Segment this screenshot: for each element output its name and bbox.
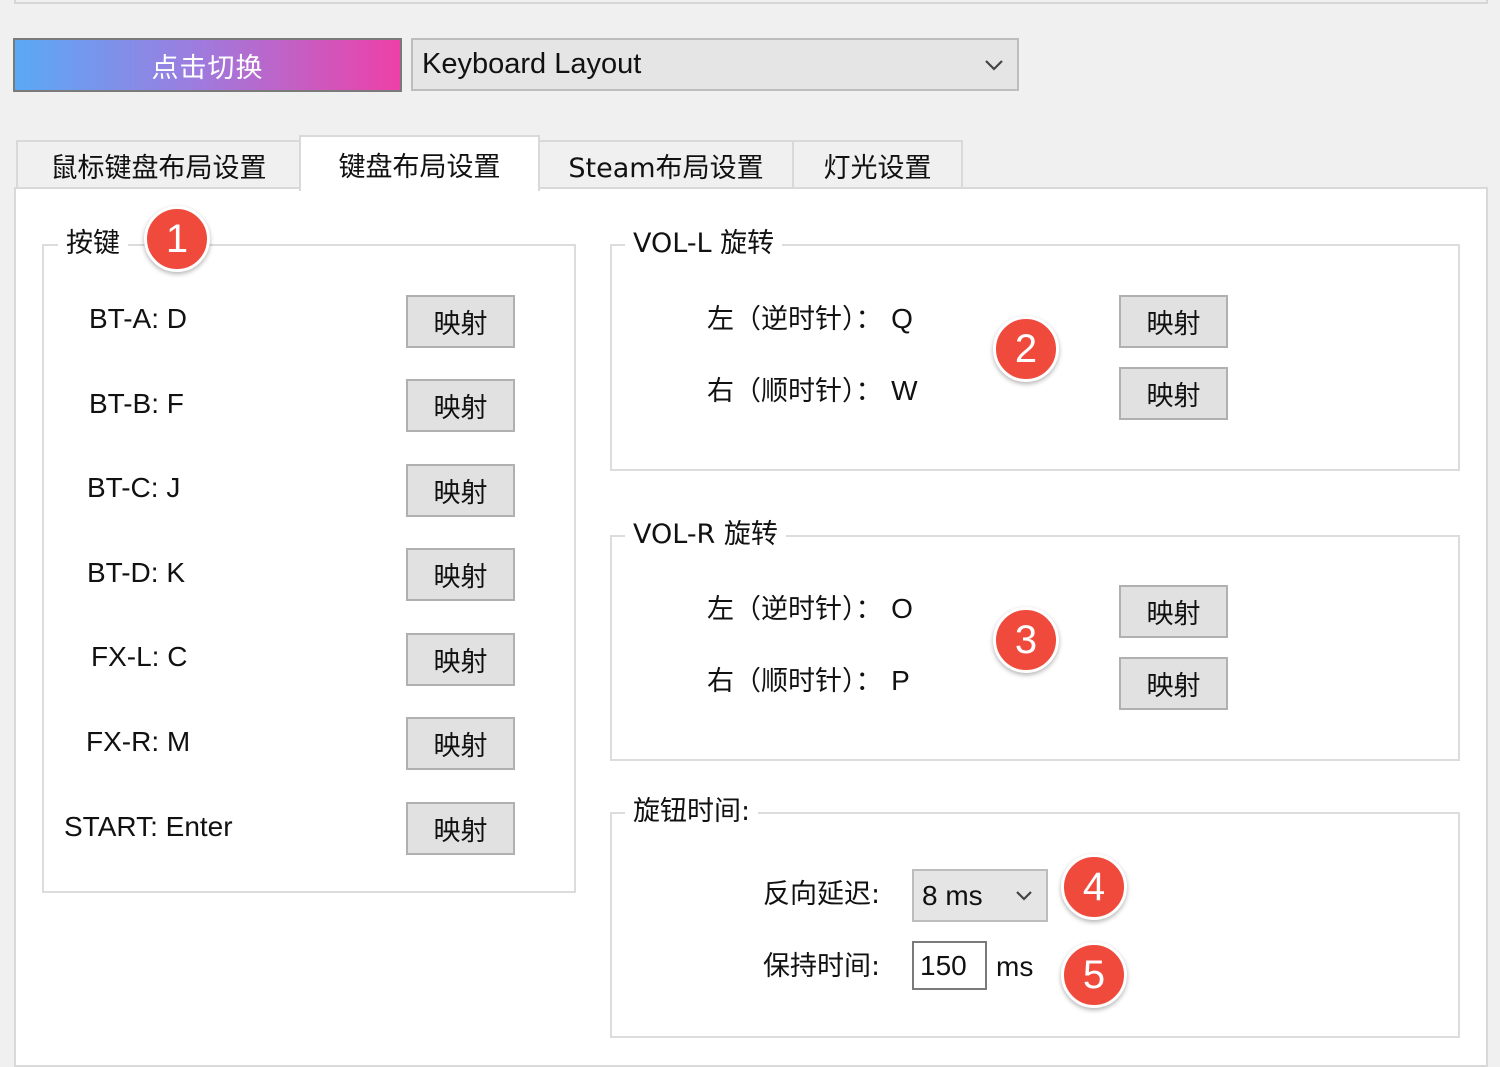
map-button-vol-l-right[interactable]: 映射 <box>1119 367 1228 420</box>
map-button-vol-r-right[interactable]: 映射 <box>1119 657 1228 710</box>
key-label-bt-a: BT-A: D <box>89 303 188 334</box>
window-top-border <box>14 0 1488 4</box>
map-button-bt-b[interactable]: 映射 <box>406 379 515 432</box>
map-button-bt-d[interactable]: 映射 <box>406 548 515 601</box>
vol-l-left-label: 左（逆时针）： Q <box>707 303 913 335</box>
reverse-delay-value: 8 ms <box>922 879 983 911</box>
key-label-bt-c: BT-C: J <box>87 472 181 503</box>
keys-group-title: 按键 <box>58 227 128 261</box>
tab-keyboard-layout[interactable]: 键盘布局设置 <box>299 135 540 191</box>
map-button-bt-c[interactable]: 映射 <box>406 464 515 517</box>
chevron-down-icon <box>971 40 1017 89</box>
layout-select-value: Keyboard Layout <box>422 48 642 80</box>
tab-mouse-keyboard-layout[interactable]: 鼠标键盘布局设置 <box>16 140 301 189</box>
vol-l-right-label: 右（顺时针）： W <box>707 375 918 407</box>
key-label-bt-b: BT-B: F <box>89 388 184 419</box>
tab-lighting[interactable]: 灯光设置 <box>792 140 963 189</box>
map-button-fx-r[interactable]: 映射 <box>406 717 515 770</box>
layout-select[interactable]: Keyboard Layout <box>411 38 1019 91</box>
reverse-delay-label: 反向延迟: <box>763 879 881 910</box>
key-label-fx-r: FX-R: M <box>86 726 191 757</box>
knob-time-group <box>610 812 1460 1038</box>
vol-l-group-title: VOL-L 旋转 <box>625 227 783 261</box>
hold-time-label: 保持时间: <box>763 951 881 982</box>
callout-badge-4: 4 <box>1061 854 1127 920</box>
hold-time-input[interactable]: 150 <box>912 941 987 990</box>
callout-badge-5: 5 <box>1061 942 1127 1008</box>
key-label-fx-l: FX-L: C <box>91 641 188 672</box>
map-button-fx-l[interactable]: 映射 <box>406 633 515 686</box>
vol-r-right-label: 右（顺时针）： P <box>707 665 910 697</box>
map-button-bt-a[interactable]: 映射 <box>406 295 515 348</box>
vol-r-left-key: O <box>891 593 913 624</box>
vol-r-right-key: P <box>891 665 910 696</box>
key-label-start: START: Enter <box>64 811 233 842</box>
vol-r-group-title: VOL-R 旋转 <box>625 518 786 552</box>
reverse-delay-select[interactable]: 8 ms <box>912 869 1048 922</box>
hold-time-unit: ms <box>996 951 1034 982</box>
key-label-bt-d: BT-D: K <box>87 557 186 588</box>
vol-l-right-key: W <box>891 375 918 406</box>
callout-badge-3: 3 <box>993 607 1059 673</box>
chevron-down-icon <box>1002 871 1046 920</box>
switch-button[interactable]: 点击切换 <box>13 38 402 92</box>
map-button-vol-l-left[interactable]: 映射 <box>1119 295 1228 348</box>
tab-steam-layout[interactable]: Steam布局设置 <box>538 140 794 189</box>
knob-time-group-title: 旋钮时间: <box>625 795 759 829</box>
map-button-start[interactable]: 映射 <box>406 802 515 855</box>
map-button-vol-r-left[interactable]: 映射 <box>1119 585 1228 638</box>
callout-badge-1: 1 <box>144 206 210 272</box>
callout-badge-2: 2 <box>993 316 1059 382</box>
vol-r-left-label: 左（逆时针）： O <box>707 593 913 625</box>
vol-l-left-key: Q <box>891 303 913 334</box>
